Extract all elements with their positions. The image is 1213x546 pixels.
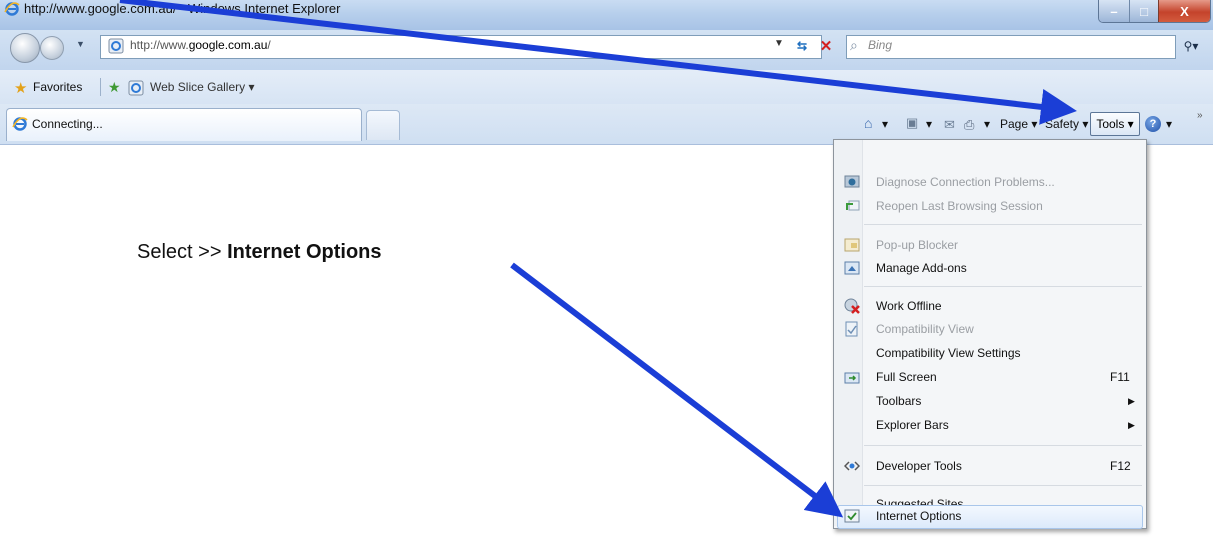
ie-logo-icon xyxy=(4,2,20,16)
menu-item-compatibility-view-settings[interactable]: Compatibility View Settings xyxy=(876,346,1021,360)
minimize-button[interactable]: – xyxy=(1099,0,1129,22)
menu-item-popup-blocker[interactable]: Pop-up Blocker xyxy=(876,238,958,252)
home-dropdown-icon[interactable]: ▾ xyxy=(882,117,888,131)
internet-options-icon xyxy=(844,509,860,523)
menu-item-reopen-last-browsing-session[interactable]: Reopen Last Browsing Session xyxy=(876,199,1043,213)
search-input[interactable]: Bing xyxy=(868,38,892,52)
favorites-star-icon[interactable]: ★ xyxy=(14,79,27,97)
menu-item-diagnose-connection-problems[interactable]: Diagnose Connection Problems... xyxy=(876,175,1055,189)
separator xyxy=(100,78,101,96)
add-to-favorites-icon[interactable]: ★ xyxy=(108,79,121,96)
menu-item-explorer-bars[interactable]: Explorer Bars xyxy=(876,418,949,432)
toolbars-submenu-arrow-icon: ▶ xyxy=(1128,396,1135,406)
page-menu-button[interactable]: Page ▾ xyxy=(1000,117,1037,131)
help-dropdown-icon[interactable]: ▾ xyxy=(1166,117,1172,131)
menu-item-developer-tools[interactable]: Developer Tools xyxy=(876,459,962,473)
menu-item-compatibility-view[interactable]: Compatibility View xyxy=(876,322,974,336)
popup-blocker-icon xyxy=(844,238,860,252)
instruction-text: Select >> Internet Options xyxy=(137,241,382,263)
new-tab-button[interactable] xyxy=(366,110,400,140)
print-icon[interactable]: ⎙ xyxy=(964,117,974,133)
page-icon xyxy=(108,38,124,54)
maximize-button[interactable]: □ xyxy=(1129,0,1158,22)
menu-item-toolbars[interactable]: Toolbars xyxy=(876,394,921,408)
forward-button[interactable] xyxy=(40,36,64,60)
print-dropdown-icon[interactable]: ▾ xyxy=(984,117,990,131)
web-slice-gallery-link[interactable]: Web Slice Gallery ▾ xyxy=(150,80,255,94)
explorer-bars-submenu-arrow-icon: ▶ xyxy=(1128,420,1135,430)
back-button[interactable] xyxy=(10,33,40,63)
search-icon[interactable]: ⚲ ▾ xyxy=(1174,35,1208,57)
overflow-chevron-icon[interactable]: » xyxy=(1197,110,1203,121)
menu-separator xyxy=(864,286,1142,287)
full-screen-icon xyxy=(844,372,860,384)
addons-icon xyxy=(844,261,860,275)
refresh-icon[interactable]: ⇆ xyxy=(790,36,814,56)
safety-menu-button[interactable]: Safety ▾ xyxy=(1045,117,1088,131)
ie-tab-icon xyxy=(12,117,28,131)
mail-icon[interactable]: ✉ xyxy=(944,117,955,133)
search-box[interactable] xyxy=(846,35,1176,59)
history-dropdown-icon[interactable]: ▼ xyxy=(76,39,88,51)
tools-menu-button[interactable]: Tools ▾ xyxy=(1090,112,1140,136)
web-slice-icon xyxy=(128,80,144,96)
search-options-icon[interactable]: ▾ xyxy=(1192,39,1198,53)
developer-tools-icon xyxy=(844,461,860,471)
stop-icon[interactable]: ✕ xyxy=(815,36,837,56)
menu-item-internet-options[interactable]: Internet Options xyxy=(876,509,961,523)
address-dropdown-icon[interactable]: ▼ xyxy=(774,38,784,49)
home-icon[interactable]: ⌂ xyxy=(864,115,872,131)
menu-separator xyxy=(864,224,1142,225)
feeds-icon[interactable]: ▣ xyxy=(906,115,918,131)
menu-item-manage-add-ons[interactable]: Manage Add-ons xyxy=(876,261,967,275)
address-text[interactable]: http://www.google.com.au/ xyxy=(130,38,271,52)
search-provider-icon: ⌕ xyxy=(850,37,858,53)
favorites-button[interactable]: Favorites xyxy=(33,80,82,94)
feeds-dropdown-icon[interactable]: ▾ xyxy=(926,117,932,131)
menu-separator xyxy=(864,445,1142,446)
menu-item-work-offline[interactable]: Work Offline xyxy=(876,299,942,313)
help-icon[interactable]: ? xyxy=(1145,116,1161,132)
reopen-session-icon xyxy=(846,200,860,211)
menu-separator xyxy=(864,485,1142,486)
tab-label: Connecting... xyxy=(32,117,103,131)
diagnose-icon xyxy=(844,175,860,188)
full-screen-shortcut: F11 xyxy=(1110,370,1130,384)
work-offline-icon xyxy=(844,298,860,314)
window-title: http://www.google.com.au/ - Windows Inte… xyxy=(24,1,341,16)
window-controls: – □ X xyxy=(1098,0,1211,23)
close-button[interactable]: X xyxy=(1158,0,1210,22)
compatibility-view-icon xyxy=(845,321,858,337)
menu-item-full-screen[interactable]: Full Screen xyxy=(876,370,937,384)
developer-tools-shortcut: F12 xyxy=(1110,459,1131,473)
